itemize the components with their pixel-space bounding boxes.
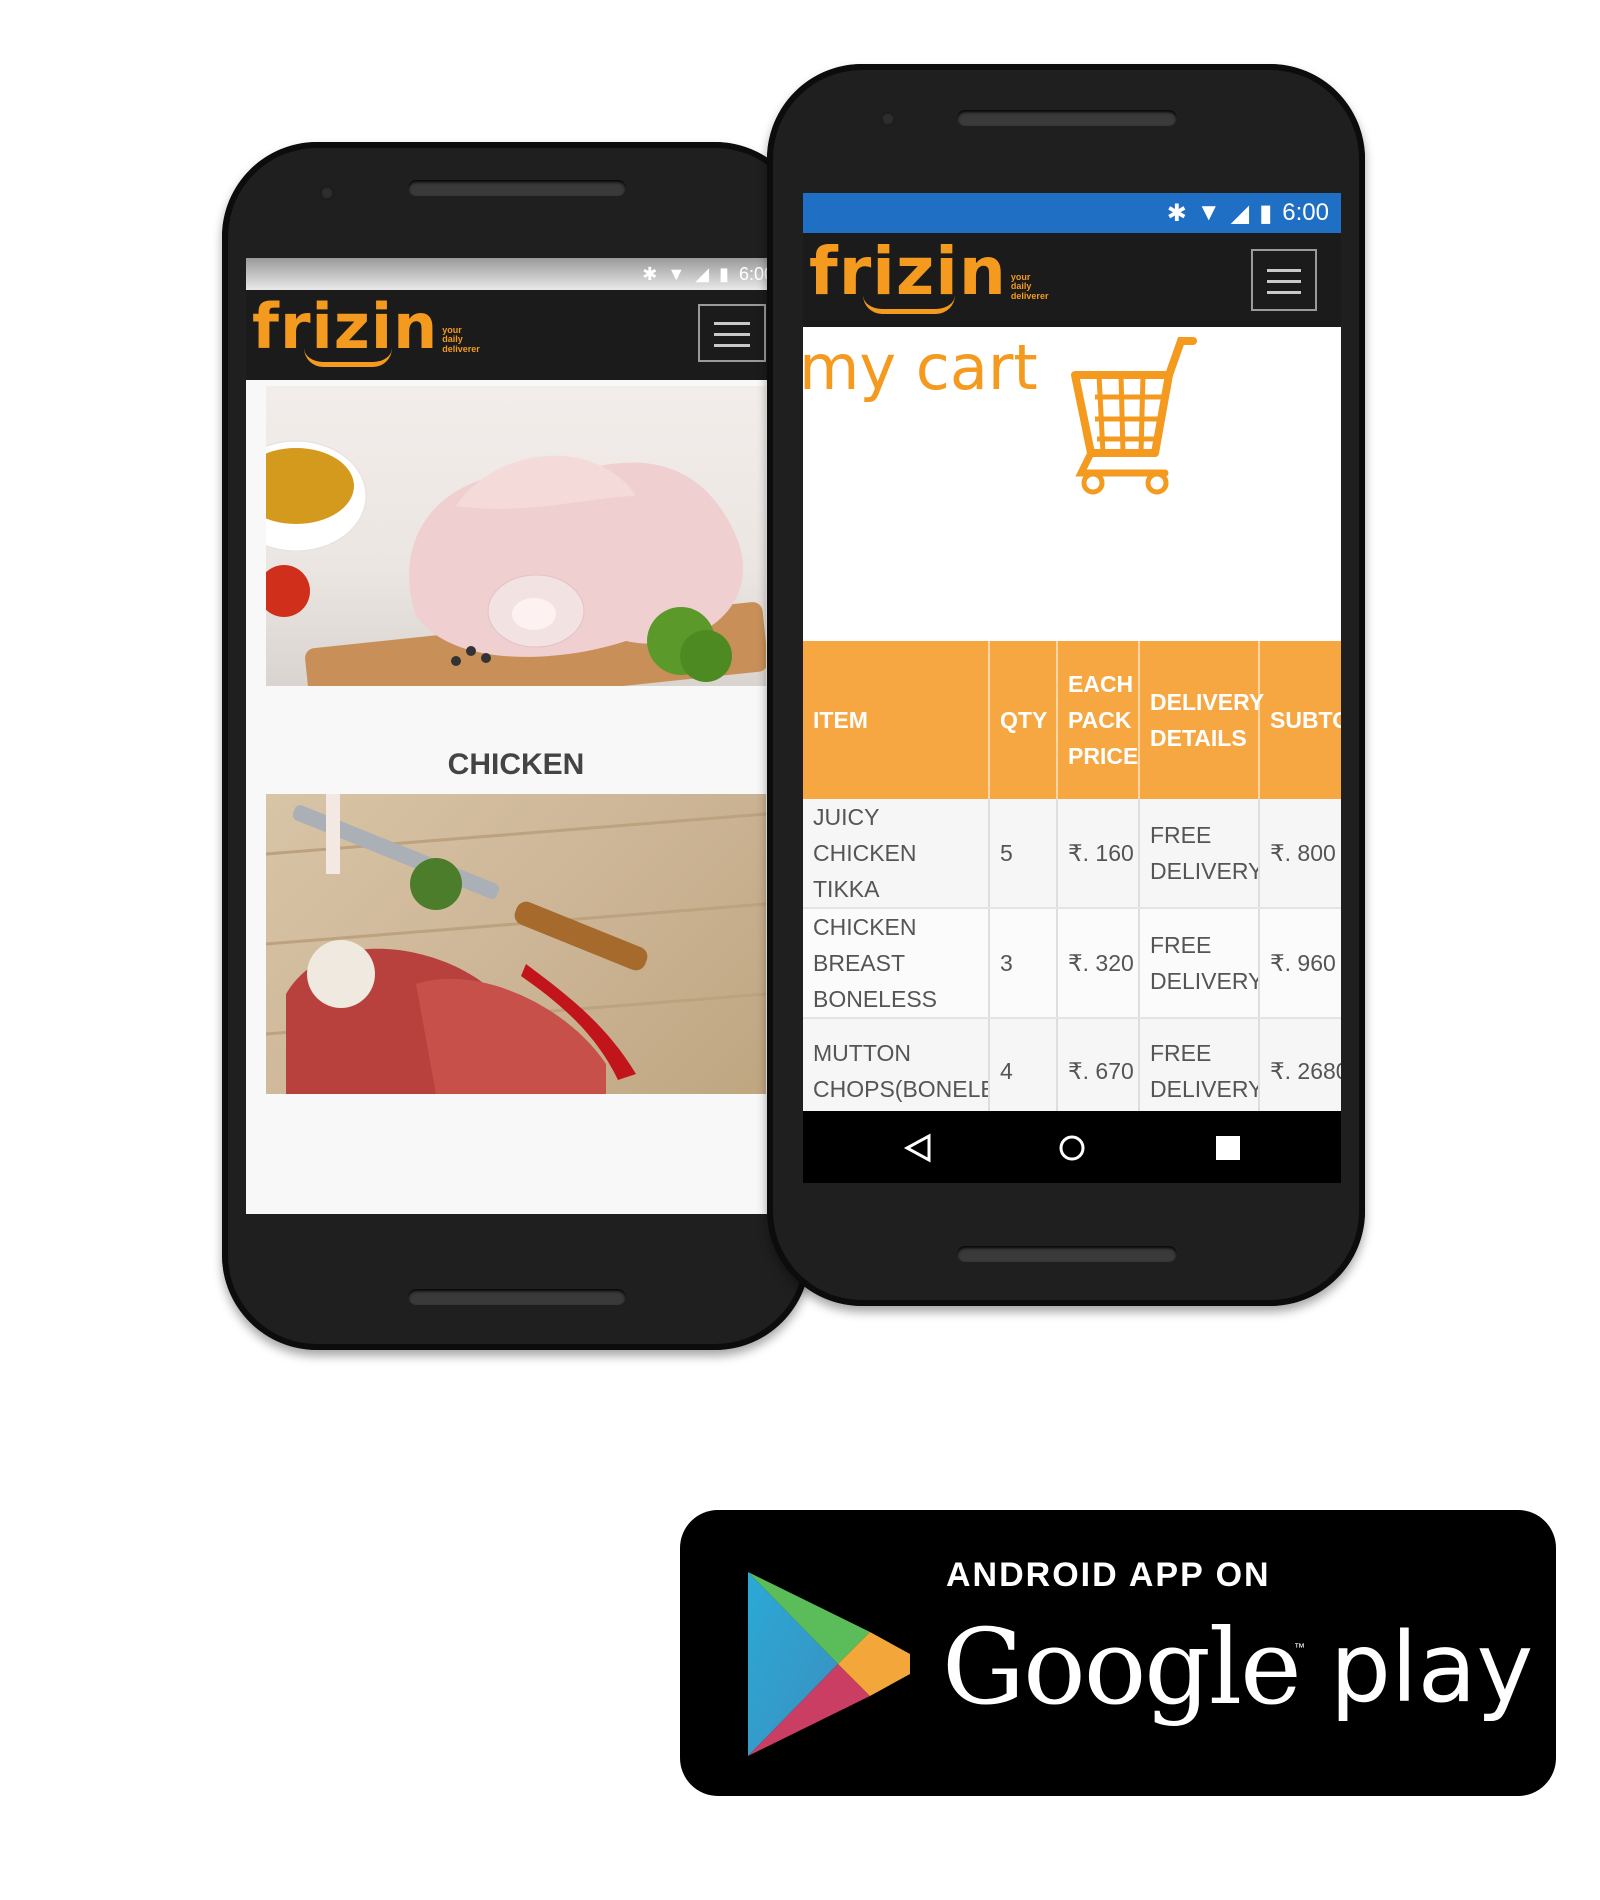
chicken-image[interactable] <box>266 386 766 686</box>
battery-icon: ▮ <box>1259 199 1273 227</box>
frizin-logo: frizin your daily deliverer <box>809 239 1049 314</box>
logo-smile <box>863 295 955 314</box>
cart-table: ITEM QTY EACH PACK PRICE DELIVERY DETAIL… <box>803 641 1341 1125</box>
cart-delivery: FREE DELIVERY <box>1139 799 1260 909</box>
menu-button[interactable] <box>698 304 766 362</box>
frizin-logo: frizin your daily deliverer <box>252 296 480 367</box>
phone-left: ✱ ▼ ◢ ▮ 6:00 frizin yourdailydeliverer <box>222 142 810 1350</box>
status-bar: ✱ ▼ ◢ ▮ 6:00 <box>246 258 786 290</box>
android-nav-bar <box>803 1111 1341 1183</box>
recents-icon[interactable] <box>1213 1133 1243 1163</box>
top-speaker <box>957 110 1177 126</box>
column-header-delivery: DELIVERY DETAILS <box>1139 641 1264 799</box>
cart-subtotal: ₹. 960 <box>1259 908 1341 1019</box>
menu-button[interactable] <box>1251 249 1317 311</box>
menu-icon <box>714 322 750 325</box>
badge-play-text: play <box>1330 1612 1534 1724</box>
play-logo-icon <box>748 1572 910 1756</box>
mutton-image[interactable] <box>266 794 766 1094</box>
screen-right: ✱ ▼ ◢ ▮ 6:00 frizin your daily deliverer m… <box>803 193 1341 1183</box>
screen-left: ✱ ▼ ◢ ▮ 6:00 frizin yourdailydeliverer <box>246 258 786 1214</box>
cart-price: ₹. 160 <box>1057 799 1140 909</box>
menu-icon <box>1266 269 1302 272</box>
badge-google-text: Google <box>942 1606 1302 1728</box>
cart-row[interactable]: JUICY CHICKEN TIKKA 5 ₹. 160 FREE DELIVE… <box>803 799 1341 909</box>
app-header: frizin your daily deliverer <box>246 290 786 380</box>
cart-icon <box>1071 337 1197 495</box>
column-header-qty: QTY <box>989 641 1058 799</box>
phone-right: ✱ ▼ ◢ ▮ 6:00 frizin your daily deliverer m… <box>767 64 1365 1306</box>
back-icon[interactable] <box>903 1133 933 1163</box>
wifi-icon: ▼ <box>667 263 686 284</box>
front-camera <box>881 112 895 126</box>
badge-trademark: ™ <box>1294 1642 1305 1654</box>
cart-row[interactable]: MUTTON CHOPS(BONELESS) 4 ₹. 670 FREE DEL… <box>803 1018 1341 1125</box>
cart-qty: 5 <box>989 799 1058 909</box>
top-speaker <box>408 180 626 196</box>
front-camera <box>320 186 334 200</box>
signal-icon: ◢ <box>1230 199 1250 227</box>
status-time: 6:00 <box>1282 199 1329 226</box>
cart-subtotal: ₹. 800 <box>1259 799 1341 909</box>
logo-tagline: your daily deliverer <box>442 324 480 354</box>
logo-tagline: your daily deliverer <box>1010 271 1049 301</box>
cart-item: CHICKEN BREAST BONELESS <box>803 908 990 1019</box>
column-header-price: EACH PACK PRICE <box>1057 641 1140 799</box>
cart-qty: 3 <box>989 908 1058 1019</box>
column-header-item: ITEM <box>803 641 990 799</box>
google-play-badge[interactable]: ANDROID APP ON Google ™ play <box>680 1510 1556 1796</box>
app-header: frizin your daily deliverer <box>803 233 1341 327</box>
home-icon[interactable] <box>1057 1133 1087 1163</box>
bluetooth-icon: ✱ <box>1166 199 1187 227</box>
category-label-chicken[interactable]: CHICKEN <box>246 748 786 782</box>
cart-subtotal: ₹. 2680 <box>1259 1018 1341 1125</box>
cart-item: MUTTON CHOPS(BONELESS) <box>803 1018 990 1125</box>
cart-price: ₹. 320 <box>1057 908 1140 1019</box>
bottom-speaker <box>408 1289 626 1305</box>
wifi-icon: ▼ <box>1196 199 1221 226</box>
battery-icon: ▮ <box>719 263 729 284</box>
mutton-chops-illustration <box>266 794 766 1094</box>
cart-delivery: FREE DELIVERY <box>1139 1018 1260 1125</box>
chicken-drumsticks-illustration <box>266 440 766 686</box>
cart-item: JUICY CHICKEN TIKKA <box>803 799 990 909</box>
bottom-speaker <box>957 1246 1177 1262</box>
badge-caption: ANDROID APP ON <box>946 1556 1271 1594</box>
cart-price: ₹. 670 <box>1057 1018 1140 1125</box>
cart-delivery: FREE DELIVERY <box>1139 908 1260 1019</box>
logo-smile <box>304 348 392 367</box>
bluetooth-icon: ✱ <box>642 263 658 284</box>
cart-header-row: ITEM QTY EACH PACK PRICE DELIVERY DETAIL… <box>803 641 1341 799</box>
column-header-subtotal: SUBTOTAL <box>1259 641 1341 799</box>
status-bar: ✱ ▼ ◢ ▮ 6:00 <box>803 193 1341 233</box>
cart-row[interactable]: CHICKEN BREAST BONELESS 3 ₹. 320 FREE DE… <box>803 908 1341 1019</box>
cart-qty: 4 <box>989 1018 1058 1125</box>
cart-title: my cart <box>803 331 1038 404</box>
signal-icon: ◢ <box>695 263 710 284</box>
